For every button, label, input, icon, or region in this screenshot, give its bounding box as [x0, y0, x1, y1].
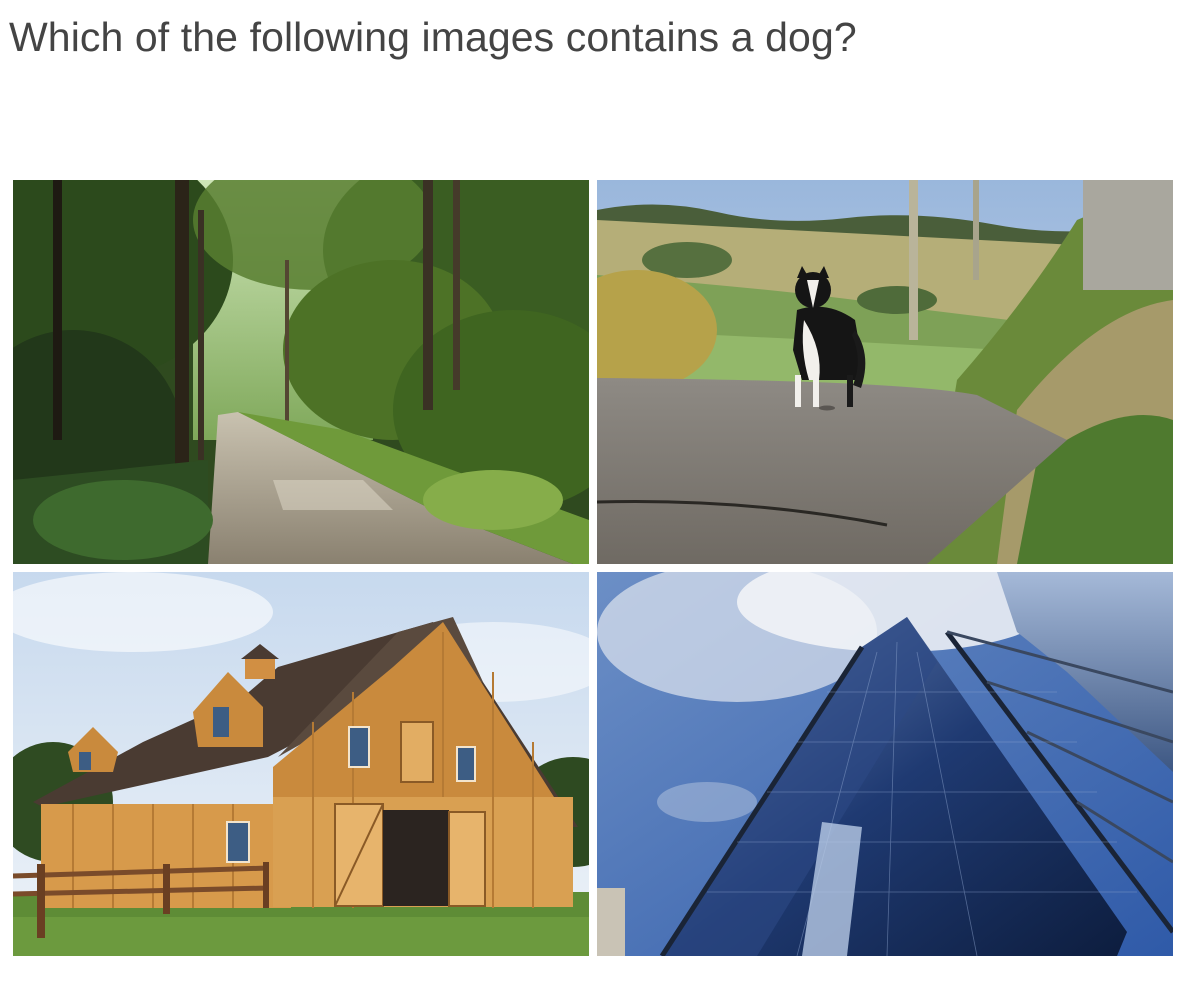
glass-skyscraper-image	[597, 572, 1173, 956]
dog-on-road-image	[597, 180, 1173, 564]
wooden-barn-image	[13, 572, 589, 956]
image-option-dog-on-road[interactable]	[597, 180, 1173, 564]
forest-path-image	[13, 180, 589, 564]
image-option-glass-skyscraper[interactable]	[597, 572, 1173, 956]
image-option-forest-path[interactable]	[13, 180, 589, 564]
image-option-wooden-barn[interactable]	[13, 572, 589, 956]
question-heading: Which of the following images contains a…	[9, 14, 857, 60]
image-grid	[13, 180, 1173, 956]
